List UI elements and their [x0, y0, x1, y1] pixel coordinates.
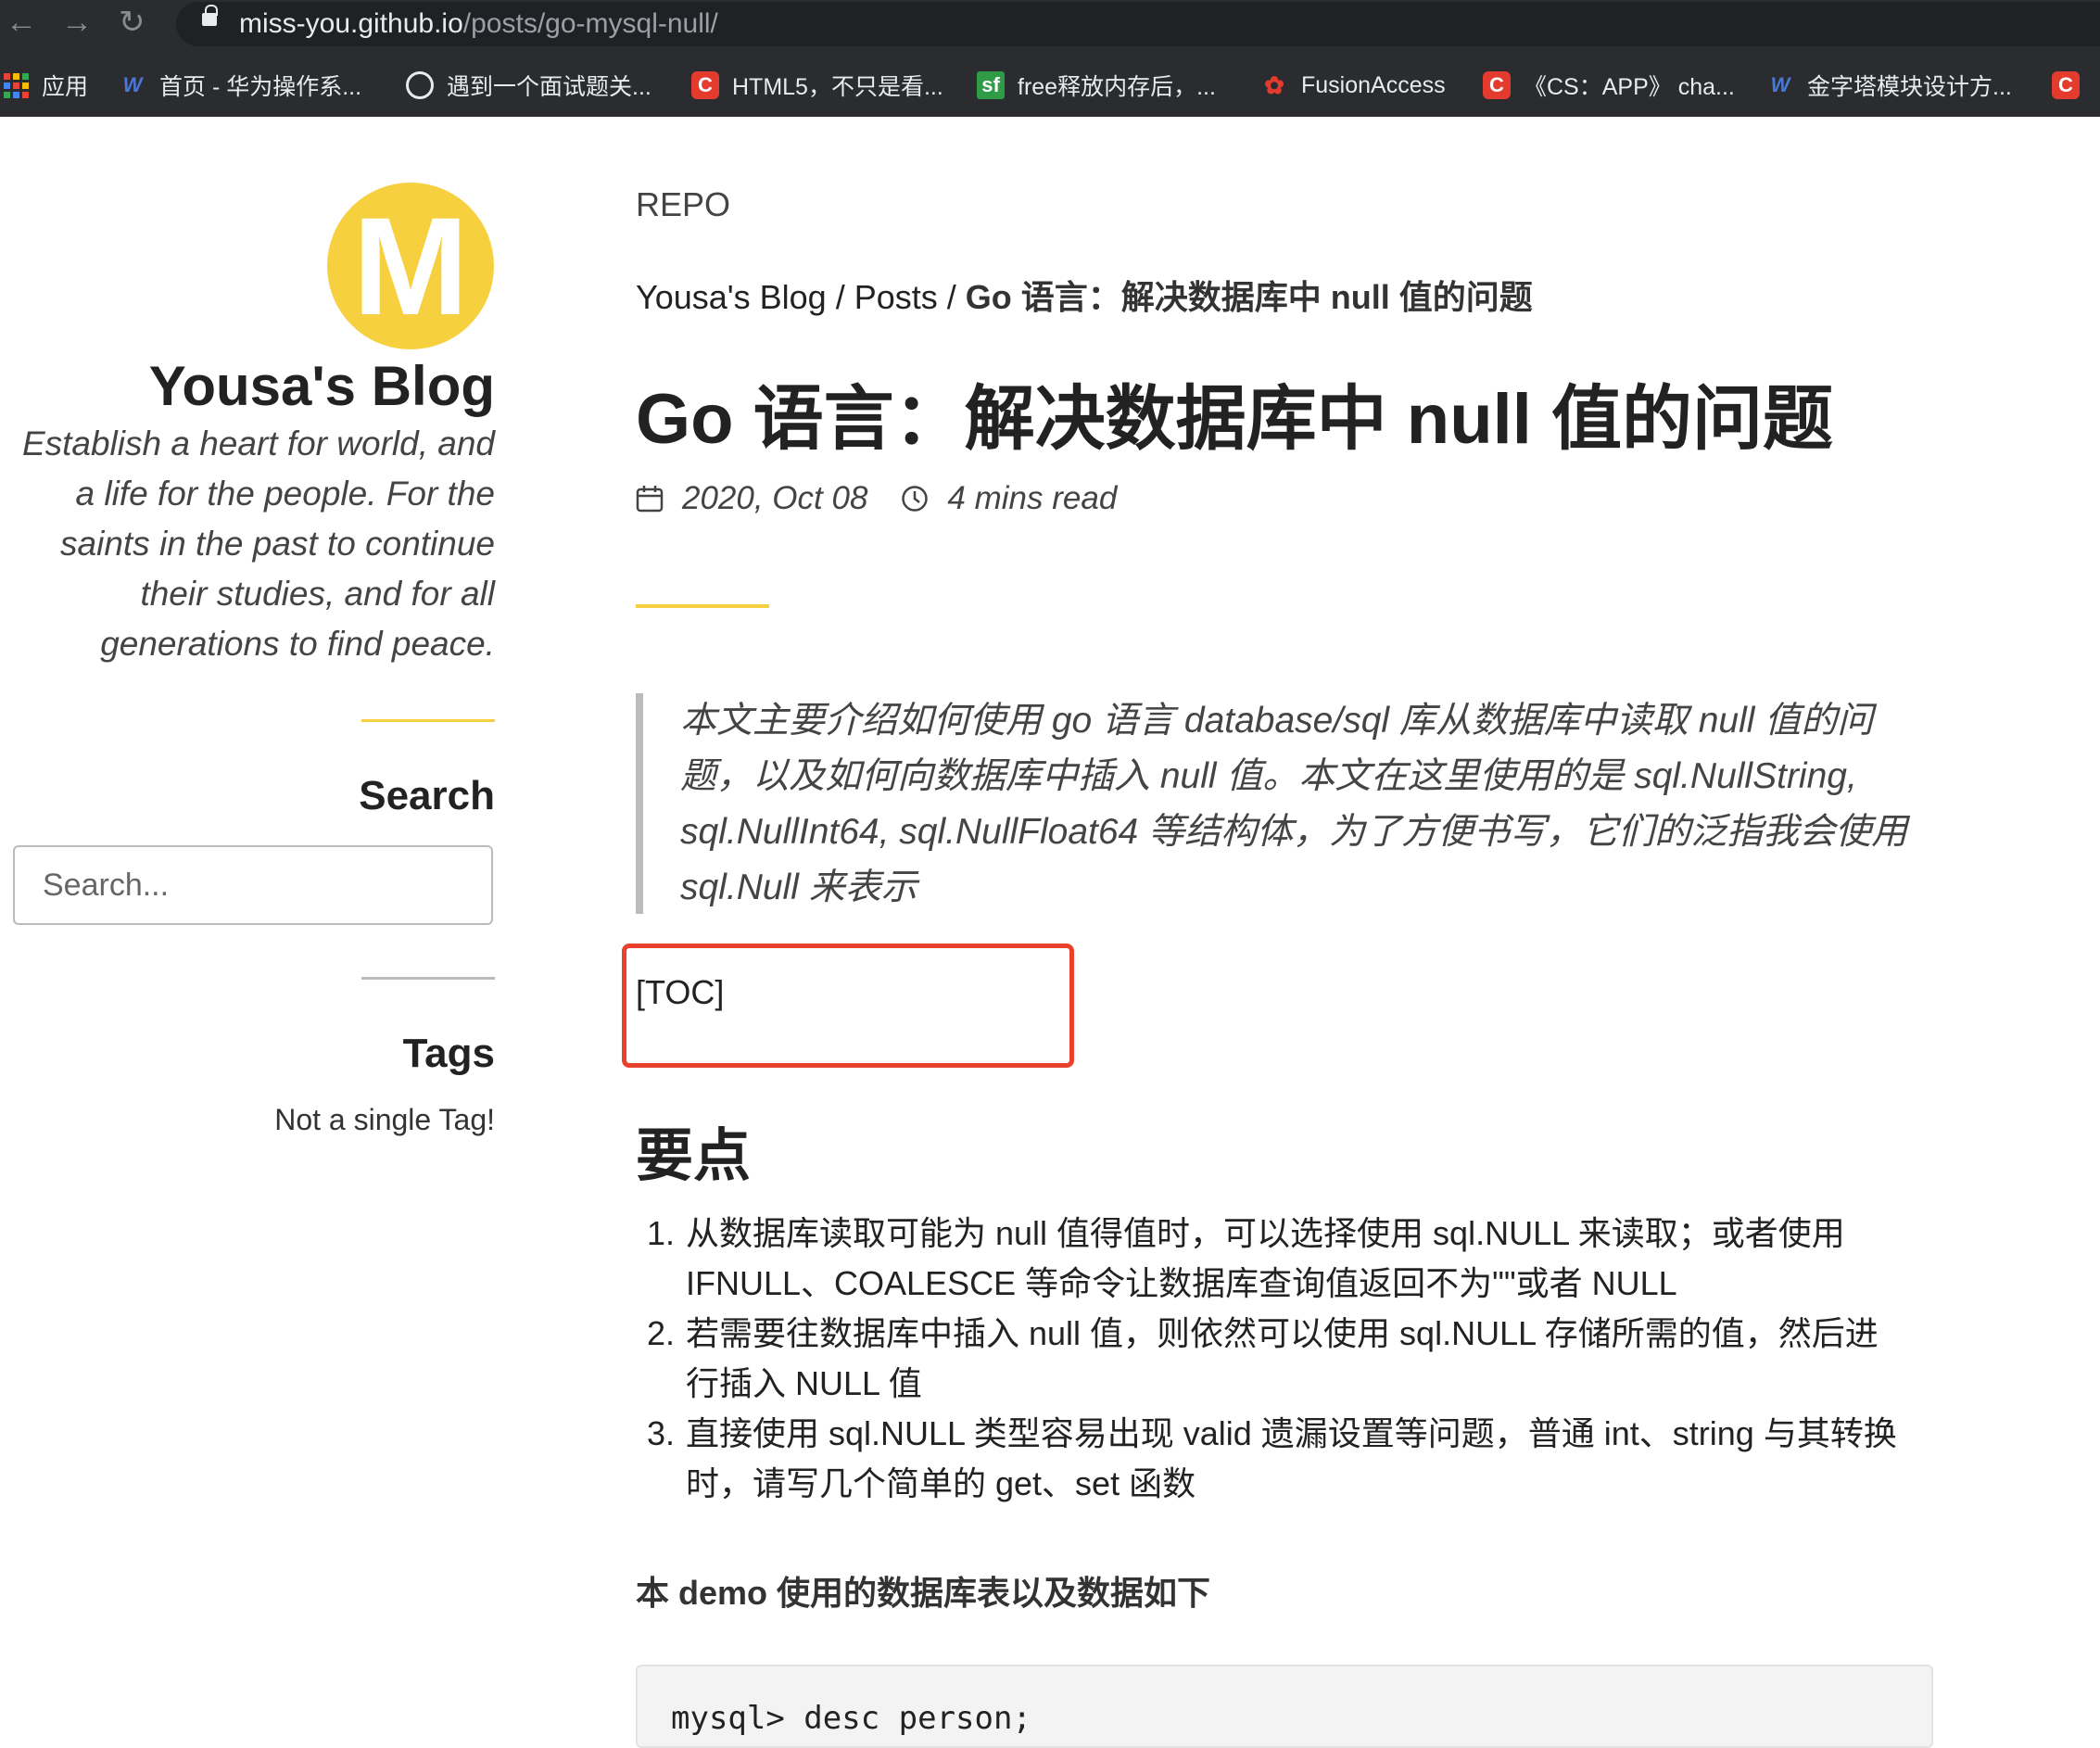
bookmark-csdn-overflow[interactable]: C [2052, 61, 2093, 109]
reload-icon[interactable]: ↻ [119, 4, 145, 41]
breadcrumb-separator: / [937, 278, 966, 316]
sidebar-divider [361, 719, 495, 722]
post-title: Go 语言：解决数据库中 null 值的问题 [636, 380, 1833, 459]
title-divider [636, 604, 769, 608]
list-number: 1. [646, 1214, 675, 1252]
list-text: 从数据库读取可能为 null 值得值时，可以选择使用 sql.NULL 来读取；… [686, 1214, 1845, 1302]
huawei-wiki-icon: W [122, 73, 143, 96]
logo-letter: M [352, 188, 469, 344]
read-time: 4 mins read [947, 480, 1118, 516]
back-icon[interactable]: ← [6, 4, 37, 41]
calendar-icon [636, 486, 664, 513]
bookmark-interview[interactable]: 遇到一个面试题关... [406, 61, 652, 109]
bookmark-fusionaccess[interactable]: ✿ FusionAccess [1260, 61, 1446, 109]
bookmark-label: 《CS：APP》 cha... [1524, 74, 1735, 100]
bookmarks-bar: 应用 W 首页 - 华为操作系... 遇到一个面试题关... C HTML5，不… [0, 61, 2100, 109]
bookmark-pyramid[interactable]: W 金字塔模块设计方... [1766, 61, 2012, 109]
section-heading: 要点 [636, 1124, 752, 1188]
segmentfault-icon: sf [977, 71, 1005, 99]
bookmark-label: FusionAccess [1301, 71, 1446, 98]
breadcrumb-separator: / [826, 278, 854, 316]
bookmark-label: 应用 [42, 74, 89, 100]
bookmark-label: 金字塔模块设计方... [1807, 74, 2012, 100]
bookmark-huawei-home[interactable]: W 首页 - 华为操作系... [119, 61, 361, 109]
list-item: 3. 直接使用 sql.NULL 类型容易出现 valid 遗漏设置等问题，普通… [636, 1409, 1933, 1509]
demo-heading: 本 demo 使用的数据库表以及数据如下 [636, 1574, 1211, 1612]
bookmark-label: HTML5，不只是看... [732, 74, 943, 100]
list-text: 直接使用 sql.NULL 类型容易出现 valid 遗漏设置等问题，普通 in… [686, 1414, 1897, 1502]
tags-heading: Tags [402, 1031, 495, 1076]
list-item: 2. 若需要往数据库中插入 null 值，则依然可以使用 sql.NULL 存储… [636, 1309, 1933, 1409]
blog-tagline: Establish a heart for world, and a life … [21, 424, 495, 663]
search-heading: Search [359, 773, 495, 818]
bookmark-label: 首页 - 华为操作系... [159, 74, 362, 100]
tags-empty-message: Not a single Tag! [274, 1103, 495, 1136]
breadcrumb-home[interactable]: Yousa's Blog [636, 278, 827, 316]
key-points-list: 1. 从数据库读取可能为 null 值得值时，可以选择使用 sql.NULL 来… [636, 1209, 1933, 1509]
code-block: mysql> desc person; [636, 1665, 1933, 1748]
huawei-logo-icon: ✿ [1264, 70, 1284, 99]
post-date: 2020, Oct 08 [682, 480, 868, 516]
list-item: 1. 从数据库读取可能为 null 值得值时，可以选择使用 sql.NULL 来… [636, 1209, 1933, 1309]
forward-icon[interactable]: → [61, 4, 93, 41]
sidebar-divider [361, 977, 495, 980]
globe-icon [406, 71, 434, 99]
repo-link[interactable]: REPO [636, 185, 730, 224]
post-meta: 2020, Oct 08 4 mins read [636, 476, 1117, 521]
url-text[interactable]: miss-you.github.io/posts/go-mysql-null/ [239, 6, 718, 43]
search-input[interactable] [13, 845, 493, 925]
csdn-icon: C [1483, 71, 1511, 99]
list-text: 若需要往数据库中插入 null 值，则依然可以使用 sql.NULL 存储所需的… [686, 1314, 1879, 1402]
toc-placeholder: [TOC] [636, 973, 725, 1011]
intro-blockquote: 本文主要介绍如何使用 go 语言 database/sql 库从数据库中读取 n… [636, 693, 1924, 914]
csdn-icon: C [2052, 71, 2080, 99]
breadcrumb: Yousa's Blog / Posts / Go 语言：解决数据库中 null… [636, 271, 1533, 319]
browser-chrome: ← → ↻ miss-you.github.io/posts/go-mysql-… [0, 0, 2100, 117]
list-number: 3. [646, 1414, 675, 1452]
list-number: 2. [646, 1314, 675, 1352]
apps-grid-icon [4, 72, 29, 98]
bookmark-csapp[interactable]: C 《CS：APP》 cha... [1483, 61, 1735, 109]
lock-icon [202, 5, 218, 26]
breadcrumb-posts[interactable]: Posts [854, 278, 938, 316]
bookmark-label: free释放内存后，... [1018, 74, 1216, 100]
clock-icon [902, 486, 929, 512]
blog-title[interactable]: Yousa's Blog [149, 354, 495, 418]
blog-logo[interactable]: M [327, 183, 494, 349]
huawei-wiki-icon: W [1770, 73, 1790, 96]
csdn-icon: C [691, 71, 719, 99]
bookmark-apps[interactable]: 应用 [4, 61, 88, 109]
bookmark-label: 遇到一个面试题关... [447, 74, 652, 100]
bookmark-free-memory[interactable]: sf free释放内存后，... [977, 61, 1216, 109]
breadcrumb-current: Go 语言：解决数据库中 null 值的问题 [965, 278, 1533, 316]
bookmark-html5[interactable]: C HTML5，不只是看... [691, 61, 943, 109]
